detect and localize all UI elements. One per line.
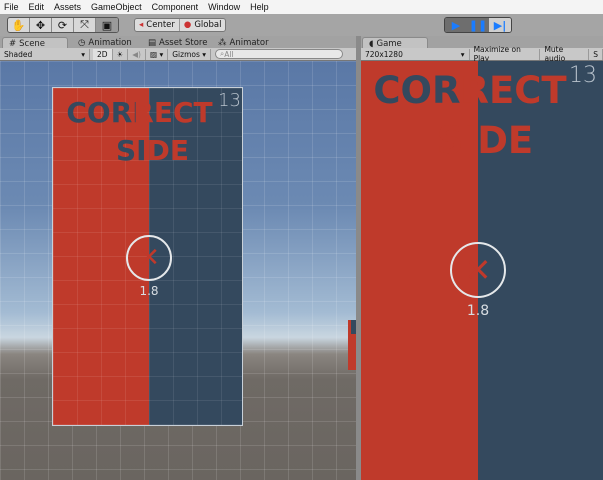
pivot-icon: ◂ (139, 20, 144, 30)
title-line2: SIDE (436, 119, 534, 162)
transform-tools: ✋ ✥ ⟳ ⤧ ▣ (7, 17, 119, 33)
close-x-icon[interactable]: ✕ (126, 235, 172, 281)
menu-gameobject[interactable]: GameObject (91, 2, 142, 12)
timer-label: 1.8 (139, 284, 159, 298)
step-icon[interactable]: ▶| (489, 18, 511, 32)
rect-icon[interactable]: ▣ (96, 18, 118, 32)
2d-toggle[interactable]: 2D (93, 48, 113, 60)
main-toolbar: ✋ ✥ ⟳ ⤧ ▣ ◂ Center ● Global ▶ ❚❚ ▶| (0, 14, 603, 36)
score-label: 13 (218, 90, 241, 111)
store-icon: ▤ (148, 38, 157, 48)
close-x-icon[interactable]: ✕ (450, 242, 506, 298)
scene-canvas-rect[interactable]: CORRECT CORRECT SIDE SIDE 13 ✕ 1.8 (52, 87, 243, 426)
game-view[interactable]: CORRECT CORRECT SIDE 13 ✕ 1.8 (361, 61, 603, 480)
menu-edit[interactable]: Edit (29, 2, 45, 12)
pause-icon[interactable]: ❚❚ (467, 18, 489, 32)
scale-icon[interactable]: ⤧ (74, 18, 96, 32)
audio-icon[interactable]: ◀) (128, 48, 146, 60)
pivot-toggles: ◂ Center ● Global (134, 18, 227, 32)
menu-component[interactable]: Component (152, 2, 199, 12)
menu-help[interactable]: Help (250, 2, 269, 12)
lighting-icon[interactable]: ☀ (113, 48, 129, 60)
game-toolbar: 720x1280 ▾ Maximize on Play Mute audio S (361, 45, 603, 63)
animator-icon: ⁂ (218, 38, 227, 48)
grid-icon: # (9, 38, 17, 49)
scene-view[interactable]: CORRECT CORRECT SIDE SIDE 13 ✕ 1.8 (0, 61, 356, 480)
play-icon[interactable]: ▶ (445, 18, 467, 32)
pacman-icon: ◖ (369, 38, 374, 49)
rotate-icon[interactable]: ⟳ (52, 18, 74, 32)
scene-toolbar: Shaded ▾ 2D ☀ ◀) ▨ ▾ Gizmos ▾ ⌕ All (0, 48, 356, 61)
timer-label: 1.8 (466, 303, 490, 319)
mute-audio-toggle[interactable]: Mute audio (540, 45, 590, 63)
move-icon[interactable]: ✥ (30, 18, 52, 32)
menu-window[interactable]: Window (208, 2, 240, 12)
menu-assets[interactable]: Assets (54, 2, 81, 12)
pivot-global-button[interactable]: ● Global (180, 19, 226, 31)
maximize-on-play-toggle[interactable]: Maximize on Play (470, 45, 541, 63)
dropdown-icon: ▾ (81, 49, 85, 59)
dropdown-icon: ▾ (460, 49, 465, 59)
stats-toggle[interactable]: S (589, 48, 603, 60)
pivot-center-button[interactable]: ◂ Center (135, 19, 180, 31)
hand-icon[interactable]: ✋ (8, 18, 30, 32)
gizmos-dropdown[interactable]: Gizmos ▾ (168, 48, 212, 60)
shading-dropdown[interactable]: Shaded ▾ (0, 48, 90, 60)
search-input[interactable]: ⌕ All (215, 49, 344, 59)
score-label: 13 (569, 63, 597, 88)
clock-icon: ◷ (78, 38, 86, 48)
globe-icon: ● (183, 20, 192, 30)
menu-bar: File Edit Assets GameObject Component Wi… (0, 0, 603, 14)
effects-dropdown[interactable]: ▨ ▾ (146, 48, 169, 60)
resolution-dropdown[interactable]: 720x1280 ▾ (361, 48, 470, 60)
menu-file[interactable]: File (4, 2, 19, 12)
play-controls: ▶ ❚❚ ▶| (444, 17, 512, 33)
